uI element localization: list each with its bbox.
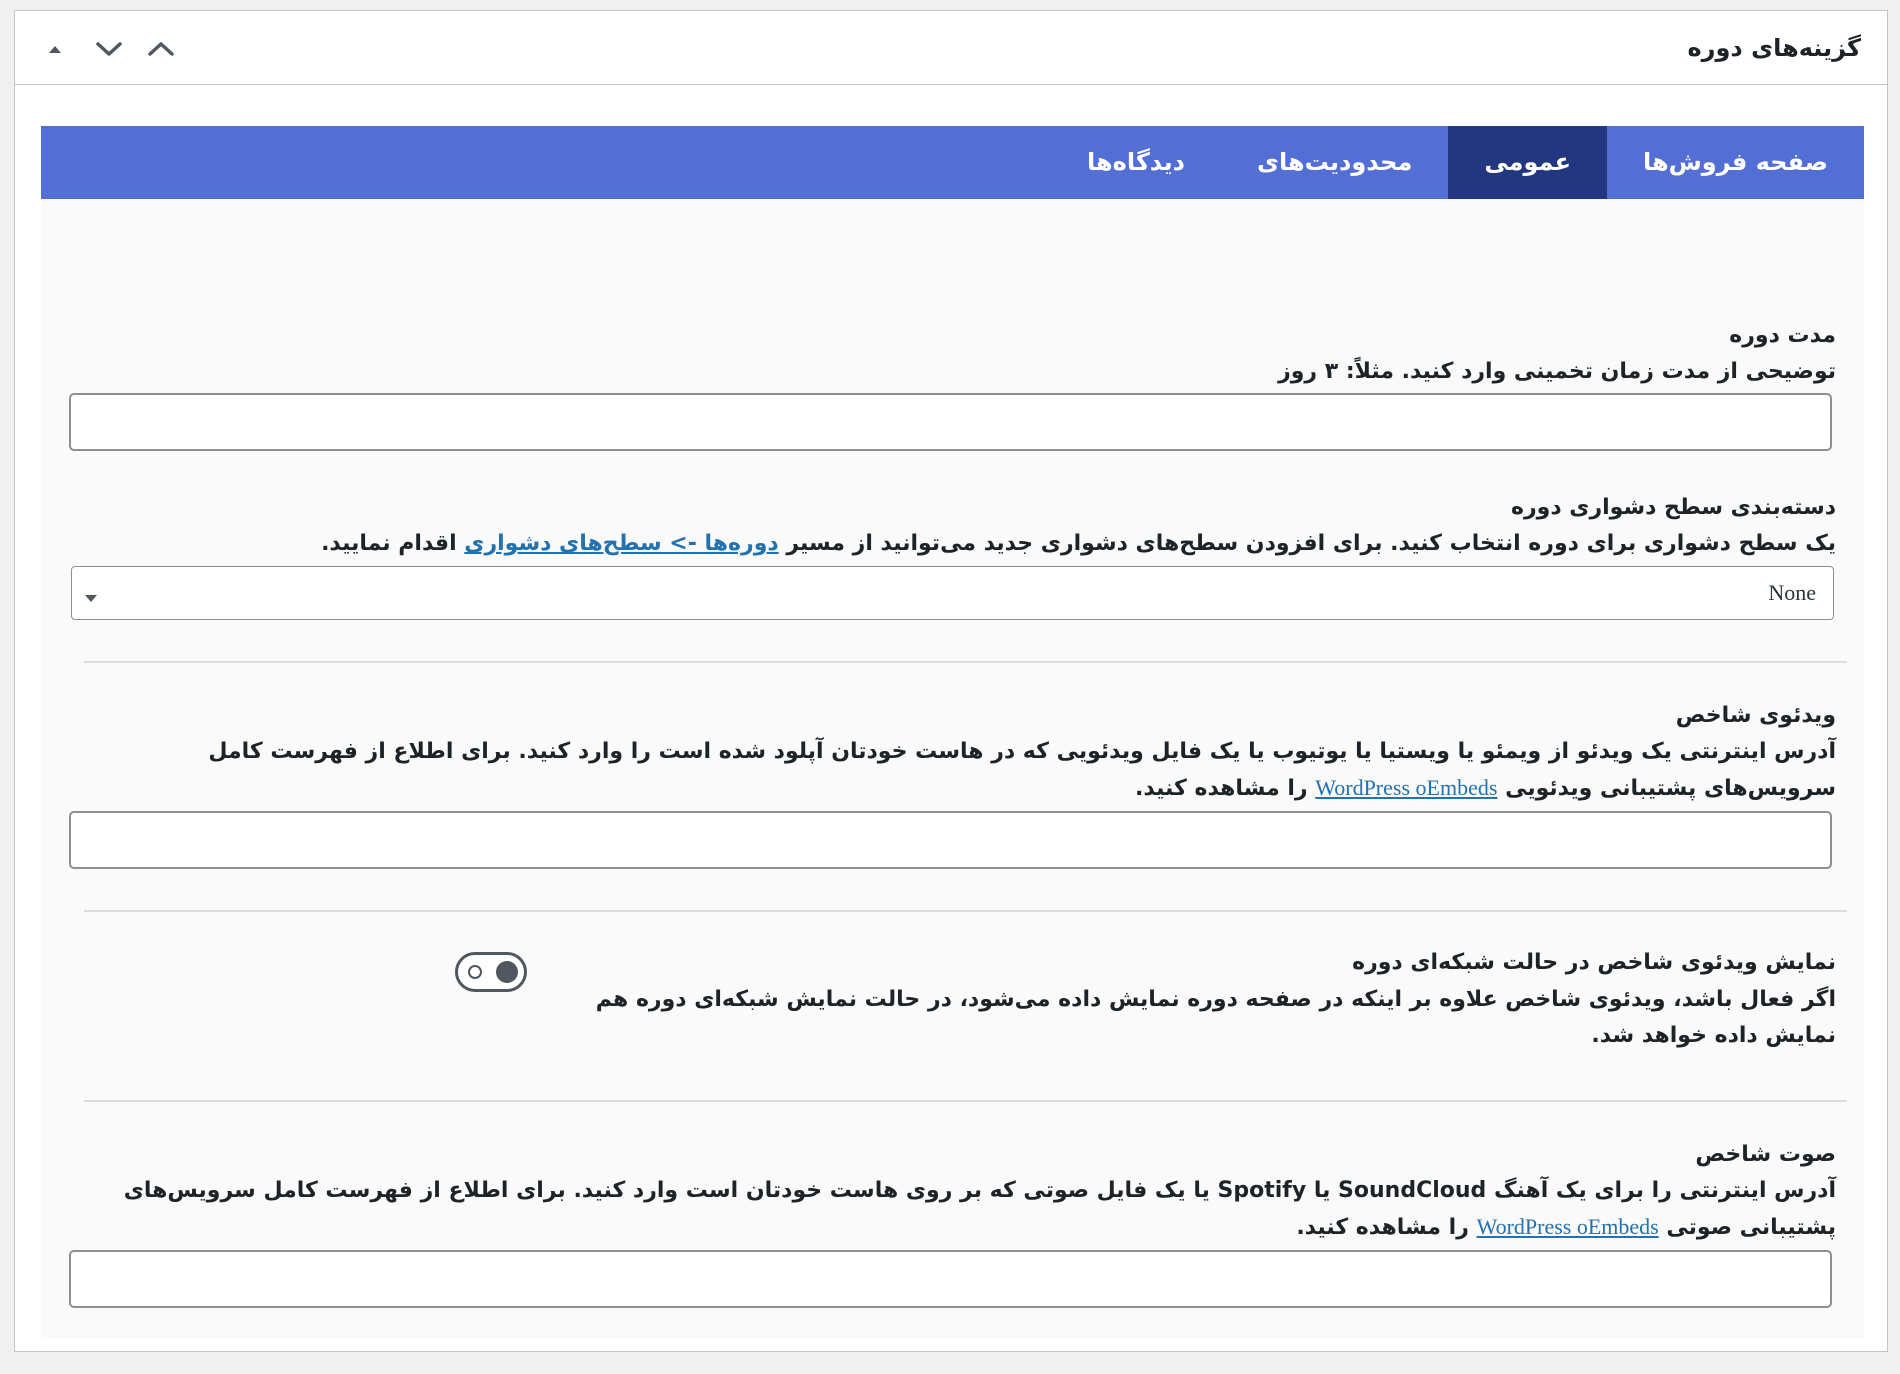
dropdown-arrow-icon (84, 588, 98, 607)
difficulty-selected-value: None (1768, 580, 1816, 605)
difficulty-levels-link[interactable]: دوره‌ها -> سطح‌های دشواری (464, 531, 778, 556)
intro-video-oembeds-link[interactable]: WordPress oEmbeds (1315, 775, 1497, 800)
move-down-button[interactable] (89, 29, 129, 69)
chevron-up-icon (141, 40, 181, 58)
metabox-title: گزینه‌های دوره (1687, 34, 1861, 62)
difficulty-title: دسته‌بندی سطح دشواری دوره (1511, 495, 1836, 520)
toggle-panel-button[interactable] (35, 29, 75, 69)
intro-video-input[interactable] (69, 811, 1832, 869)
difficulty-desc-after: اقدام نمایید. (321, 531, 457, 556)
grid-video-description: اگر فعال باشد، ویدئوی شاخص علاوه بر اینک… (595, 987, 1836, 1048)
intro-video-desc-before: آدرس اینترنتی یک ویدئو از ویمئو یا ویستی… (208, 739, 1836, 801)
tab-general[interactable]: عمومی (1448, 126, 1607, 199)
intro-video-title: ویدئوی شاخص (1675, 703, 1836, 728)
general-tab-panel: مدت دوره توضیحی از مدت زمان تخمینی وارد … (41, 199, 1864, 1339)
tab-comments[interactable]: دیدگاه‌ها (1051, 126, 1221, 199)
course-options-metabox: گزینه‌های دوره صفحه فروش‌ها عمومی محدودی… (14, 10, 1888, 1352)
intro-audio-input[interactable] (69, 1250, 1832, 1308)
separator (84, 910, 1847, 912)
intro-audio-desc-after: را مشاهده کنید. (1296, 1215, 1469, 1240)
difficulty-description: یک سطح دشواری برای دوره انتخاب کنید. برا… (321, 526, 1836, 562)
duration-input[interactable] (69, 393, 1832, 451)
intro-audio-title: صوت شاخص (1695, 1142, 1836, 1167)
difficulty-desc-before: یک سطح دشواری برای دوره انتخاب کنید. برا… (786, 531, 1836, 556)
course-options-tabs: صفحه فروش‌ها عمومی محدودیت‌های دیدگاه‌ها (41, 126, 1864, 199)
grid-video-title: نمایش ویدئوی شاخص در حالت شبکه‌ای دوره (1352, 950, 1836, 975)
intro-audio-description: آدرس اینترنتی را برای یک آهنگ SoundCloud… (106, 1173, 1836, 1246)
intro-audio-oembeds-link[interactable]: WordPress oEmbeds (1477, 1214, 1659, 1239)
duration-title: مدت دوره (1729, 323, 1836, 348)
metabox-header: گزینه‌های دوره (15, 11, 1887, 85)
toggle-knob (496, 961, 518, 983)
separator (84, 1100, 1847, 1102)
toggle-off-ring-icon (468, 965, 482, 979)
intro-video-description: آدرس اینترنتی یک ویدئو از ویمئو یا ویستی… (106, 734, 1836, 807)
grid-video-toggle[interactable] (455, 952, 527, 992)
triangle-up-icon (35, 43, 75, 55)
move-up-button[interactable] (141, 29, 181, 69)
intro-video-desc-after: را مشاهده کنید. (1135, 776, 1308, 801)
duration-description: توضیحی از مدت زمان تخمینی وارد کنید. مثل… (1278, 359, 1836, 384)
chevron-down-icon (89, 40, 129, 58)
separator (84, 661, 1847, 663)
tab-sales-page[interactable]: صفحه فروش‌ها (1607, 126, 1864, 199)
tab-restrictions[interactable]: محدودیت‌های (1221, 126, 1448, 199)
difficulty-select[interactable]: None (71, 566, 1834, 620)
